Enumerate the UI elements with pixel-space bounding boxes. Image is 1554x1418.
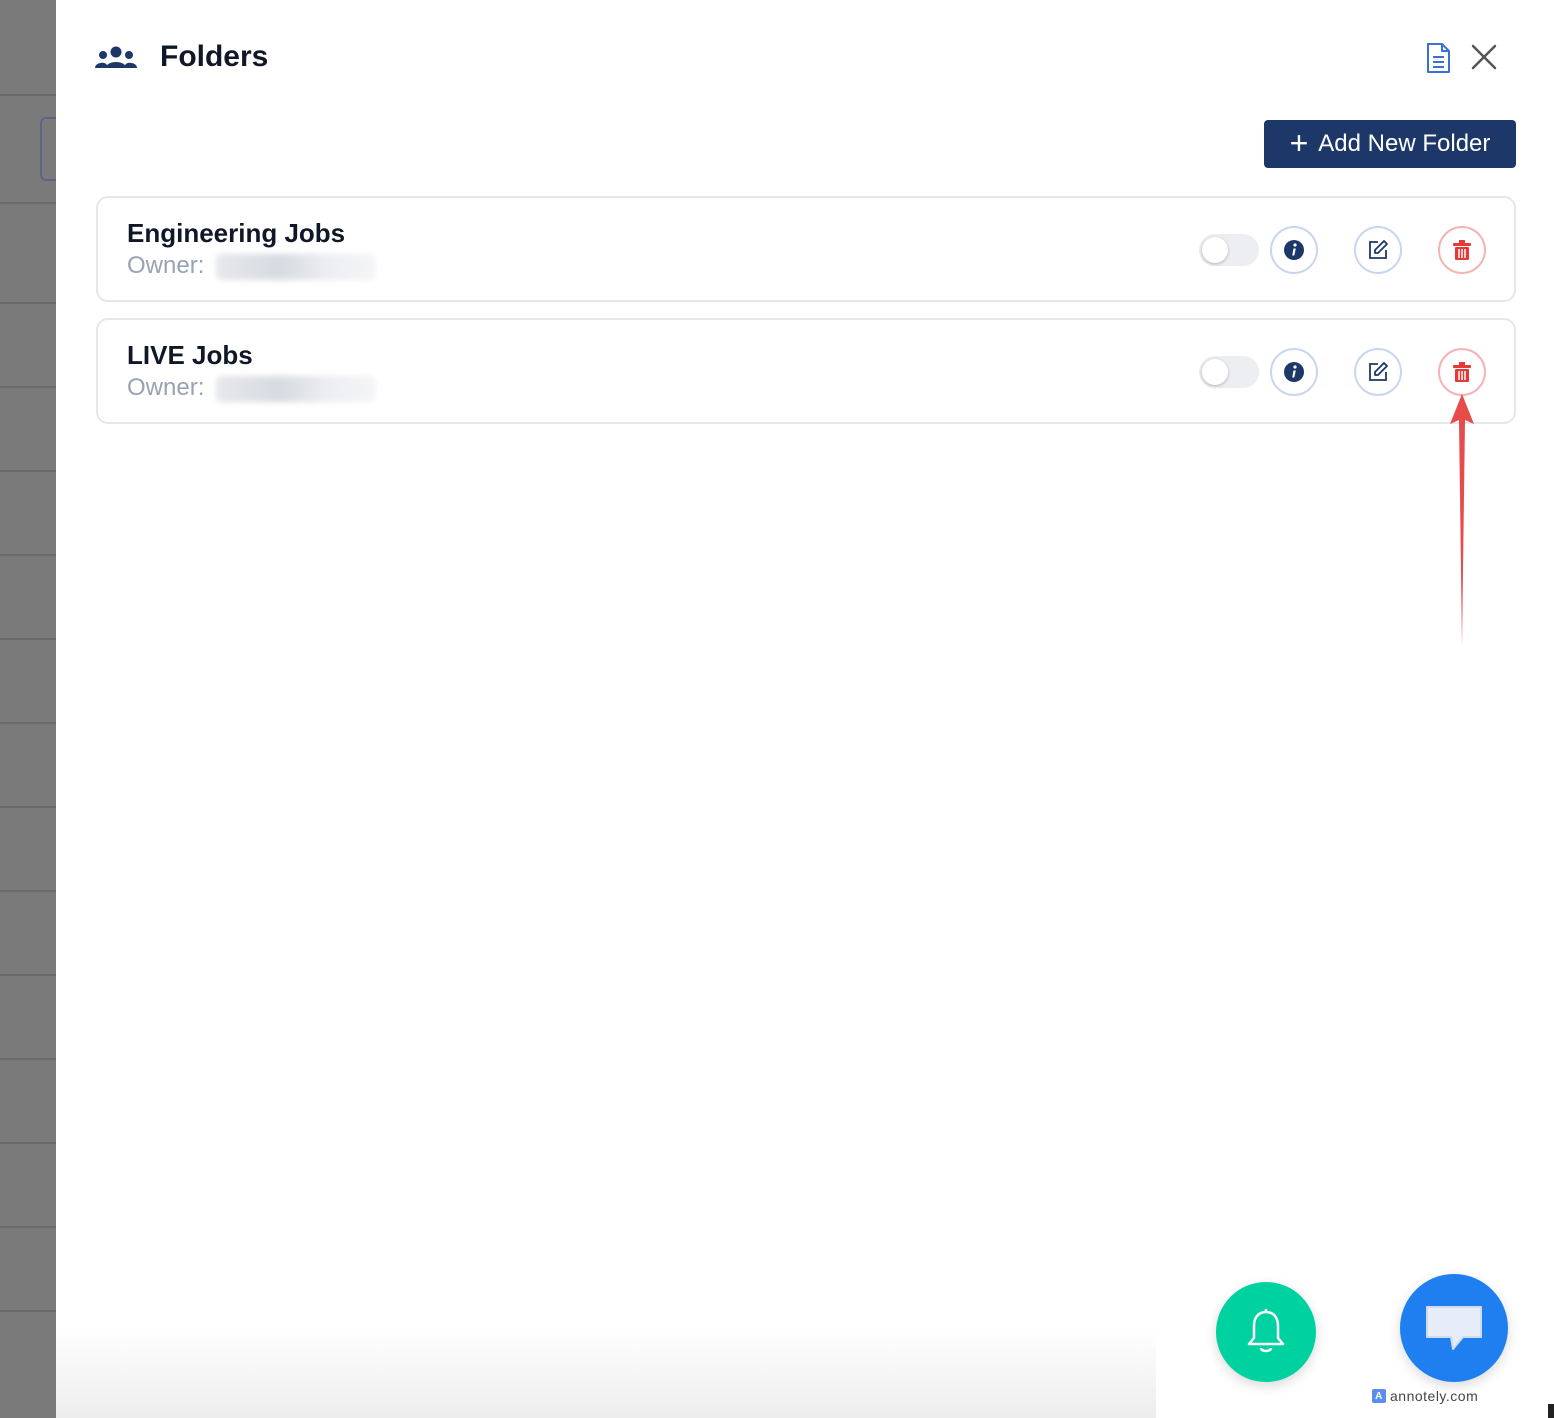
watermark: A annotely.com [1372, 1388, 1478, 1404]
divider [0, 890, 56, 892]
divider [0, 806, 56, 808]
folder-toggle[interactable] [1199, 234, 1259, 266]
folders-drawer: Folders + Add New Folder Engineering Job… [56, 0, 1554, 1418]
folder-delete-button[interactable] [1438, 226, 1486, 274]
bottom-shadow [56, 1328, 1156, 1418]
divider [0, 1226, 56, 1228]
notifications-button[interactable] [1216, 1282, 1316, 1382]
owner-redacted [216, 376, 376, 402]
folder-card: LIVE Jobs Owner: [96, 318, 1516, 424]
edit-icon [1369, 362, 1388, 381]
info-icon [1284, 362, 1304, 382]
folder-delete-button[interactable] [1438, 348, 1486, 396]
chat-icon [1426, 1306, 1482, 1350]
add-new-folder-button[interactable]: + Add New Folder [1264, 120, 1516, 168]
trash-icon [1453, 240, 1471, 260]
annotely-logo-icon: A [1372, 1389, 1386, 1403]
users-icon [95, 46, 137, 68]
folder-name: LIVE Jobs [127, 340, 253, 370]
folder-name: Engineering Jobs [127, 218, 346, 248]
folder-edit-button[interactable] [1354, 348, 1402, 396]
close-icon[interactable] [1469, 42, 1499, 72]
add-new-folder-label: Add New Folder [1318, 130, 1491, 157]
folder-info-button[interactable] [1270, 348, 1318, 396]
folder-info-button[interactable] [1270, 226, 1318, 274]
info-icon [1284, 240, 1304, 260]
folder-edit-button[interactable] [1354, 226, 1402, 274]
trash-icon [1453, 362, 1471, 382]
bell-icon [1247, 1309, 1285, 1353]
corner-edge [1548, 1404, 1554, 1418]
divider [0, 1058, 56, 1060]
divider [0, 554, 56, 556]
background-app-overlay [0, 0, 56, 1418]
divider [0, 202, 56, 204]
chat-button[interactable] [1400, 1274, 1508, 1382]
annotation-arrow [1450, 394, 1474, 646]
folder-toggle[interactable] [1199, 356, 1259, 388]
divider [0, 722, 56, 724]
divider [0, 1142, 56, 1144]
divider [0, 470, 56, 472]
page-title: Folders [160, 40, 269, 73]
edit-icon [1369, 240, 1388, 259]
watermark-text: annotely.com [1390, 1388, 1479, 1404]
toggle-knob [1202, 359, 1228, 385]
divider [0, 638, 56, 640]
divider [0, 1310, 56, 1312]
folder-owner-label: Owner: [127, 374, 205, 401]
background-input [40, 117, 56, 181]
owner-redacted [216, 254, 376, 280]
folder-owner-label: Owner: [127, 252, 205, 279]
plus-icon: + [1289, 124, 1309, 161]
divider [0, 94, 56, 96]
toggle-knob [1202, 237, 1228, 263]
divider [0, 386, 56, 388]
folder-card: Engineering Jobs Owner: [96, 196, 1516, 302]
divider [0, 974, 56, 976]
divider [0, 302, 56, 304]
drawer-header: Folders [56, 0, 1554, 118]
document-icon[interactable] [1424, 42, 1452, 74]
